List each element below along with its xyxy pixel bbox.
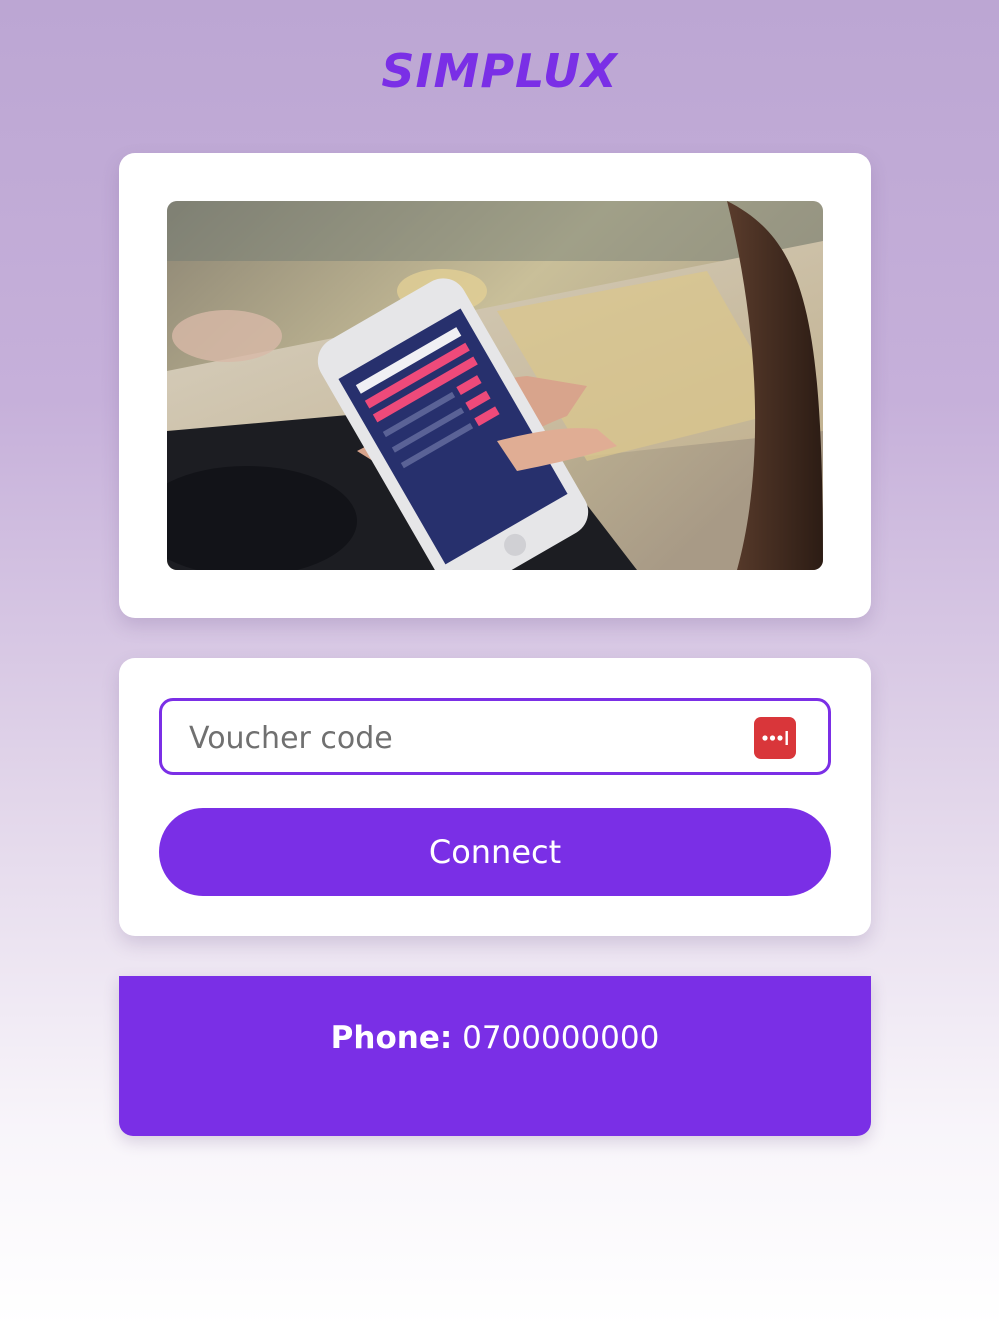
connect-button[interactable]: Connect [159, 808, 831, 896]
contact-footer: Phone: 0700000000 [119, 976, 871, 1136]
voucher-input[interactable] [187, 711, 731, 765]
brand-logo: SIMPLUX [381, 44, 618, 98]
login-card: Connect [119, 658, 871, 936]
phone-line: Phone: 0700000000 [119, 1020, 871, 1056]
password-manager-icon[interactable] [754, 717, 796, 759]
hero-card [119, 153, 871, 618]
hero-image [167, 201, 823, 570]
phone-label: Phone: [330, 1020, 453, 1056]
phone-number: 0700000000 [462, 1020, 660, 1056]
voucher-field[interactable] [159, 698, 831, 775]
